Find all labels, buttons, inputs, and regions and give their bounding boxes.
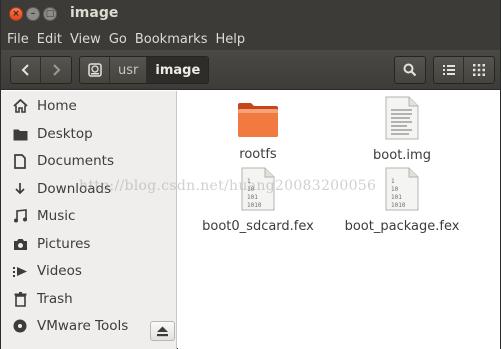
eject-icon: [157, 326, 168, 336]
sidebar-item-label: Pictures: [37, 236, 91, 252]
back-button[interactable]: [11, 57, 41, 83]
sidebar-item-label: Documents: [37, 153, 114, 169]
sidebar-item-documents[interactable]: Documents: [1, 149, 177, 173]
menu-help[interactable]: Help: [215, 32, 245, 47]
grid-icon: [473, 64, 485, 76]
svg-text:101: 101: [247, 194, 258, 201]
home-icon: [12, 98, 28, 114]
title-bar: × – □ image: [1, 0, 500, 28]
toolbar: usr image: [1, 50, 500, 90]
grid-view-button[interactable]: [464, 57, 494, 83]
menu-bar: File Edit View Go Bookmarks Help: [1, 28, 500, 50]
chevron-right-icon: [53, 64, 61, 76]
menu-file[interactable]: File: [7, 32, 29, 47]
svg-text:1010: 1010: [247, 202, 262, 209]
list-view-button[interactable]: [434, 57, 464, 83]
breadcrumb-image[interactable]: image: [147, 57, 209, 83]
sidebar-item-label: Home: [37, 98, 77, 114]
breadcrumb: usr image: [79, 56, 210, 84]
trash-icon: [12, 291, 28, 307]
svg-text:101: 101: [391, 194, 402, 201]
camera-icon: [12, 236, 28, 252]
menu-bookmarks[interactable]: Bookmarks: [135, 32, 208, 47]
sidebar-item-label: Desktop: [37, 126, 93, 142]
document-icon: [12, 153, 28, 169]
folder-icon: [12, 126, 28, 142]
eject-button[interactable]: [150, 321, 175, 341]
search-group: [394, 56, 426, 84]
watermark: http://blog.csdn.net/huang20083200056: [79, 178, 377, 194]
svg-text:1: 1: [391, 178, 395, 185]
svg-text:1010: 1010: [391, 202, 406, 209]
menu-go[interactable]: Go: [109, 32, 127, 47]
breadcrumb-usr[interactable]: usr: [110, 57, 148, 83]
music-icon: [12, 208, 28, 224]
chevron-left-icon: [21, 64, 29, 76]
file-label: boot.img: [373, 148, 431, 163]
file-label: boot0_sdcard.fex: [202, 219, 314, 234]
forward-button[interactable]: [41, 57, 71, 83]
file-label: boot_package.fex: [344, 219, 460, 234]
download-icon: [12, 181, 28, 197]
sidebar-item-desktop[interactable]: Desktop: [1, 122, 177, 146]
sidebar-item-trash[interactable]: Trash: [1, 287, 177, 311]
file-view: rootfs boot.img 1 10 101 1010 boot0_sdca…: [178, 91, 500, 349]
view-switcher: [433, 56, 495, 84]
menu-edit[interactable]: Edit: [37, 32, 62, 47]
menu-view[interactable]: View: [70, 32, 101, 47]
minimize-window-button[interactable]: –: [26, 7, 40, 21]
file-item-boot-img[interactable]: boot.img: [337, 96, 467, 163]
drive-icon: [87, 63, 102, 77]
sidebar-item-label: VMware Tools: [37, 318, 129, 334]
search-icon: [403, 63, 417, 77]
sidebar-item-label: Music: [37, 208, 76, 224]
disc-icon: [12, 318, 28, 334]
video-icon: [12, 263, 28, 279]
window-title: image: [70, 5, 119, 21]
sidebar-item-label: Trash: [37, 291, 73, 307]
sidebar-item-videos[interactable]: Videos: [1, 259, 177, 283]
binary-file-icon: 1101011010: [385, 167, 419, 211]
sidebar: Home Desktop Documents Downloads Music P…: [1, 91, 177, 349]
list-icon: [442, 65, 455, 75]
history-nav: [10, 56, 72, 84]
file-item-rootfs[interactable]: rootfs: [193, 101, 323, 162]
sidebar-item-music[interactable]: Music: [1, 204, 177, 228]
folder-icon: [238, 103, 278, 137]
breadcrumb-root-button[interactable]: [80, 57, 110, 83]
svg-text:10: 10: [391, 186, 399, 193]
search-button[interactable]: [395, 57, 425, 83]
file-label: rootfs: [239, 147, 277, 162]
sidebar-item-vmware-tools[interactable]: VMware Tools: [1, 314, 146, 338]
maximize-window-button[interactable]: □: [43, 7, 57, 21]
text-file-icon: [385, 96, 419, 140]
sidebar-item-label: Videos: [37, 263, 82, 279]
sidebar-item-pictures[interactable]: Pictures: [1, 232, 177, 256]
sidebar-item-home[interactable]: Home: [1, 94, 177, 118]
close-window-button[interactable]: ×: [9, 7, 23, 21]
file-manager-window: × – □ image File Edit View Go Bookmarks …: [0, 0, 501, 349]
